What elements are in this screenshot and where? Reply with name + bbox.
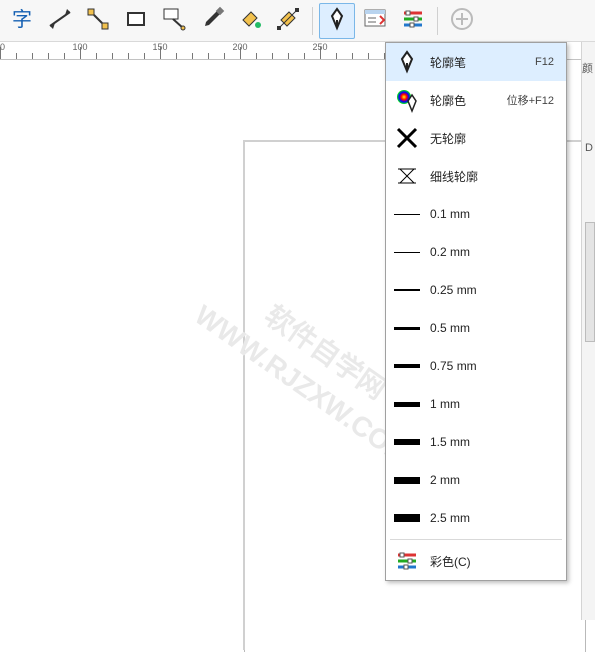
rectangle-tool-icon <box>123 6 149 35</box>
connector-tool-icon <box>85 6 111 35</box>
menu-separator <box>390 539 562 540</box>
menu-item-10[interactable]: 1.5 mm <box>386 423 566 461</box>
callout-tool-icon <box>161 6 187 35</box>
menu-item-7[interactable]: 0.5 mm <box>386 309 566 347</box>
toolbar-separator <box>312 7 313 35</box>
options-button[interactable] <box>395 3 431 39</box>
toolbar: 字 <box>0 0 595 42</box>
menu-item-label: 2 mm <box>430 473 558 487</box>
menu-item-5[interactable]: 0.2 mm <box>386 233 566 271</box>
property-docker-icon <box>362 6 388 35</box>
menu-item-2[interactable]: 无轮廓 <box>386 119 566 157</box>
ruler-label: 150 <box>152 42 167 52</box>
menu-item-shortcut: F12 <box>535 56 558 68</box>
right-panel-hint-1: 颜 <box>582 60 593 76</box>
menu-item-12[interactable]: 2.5 mm <box>386 499 566 537</box>
add-tool-icon <box>449 6 475 35</box>
ruler-label: 100 <box>72 42 87 52</box>
menu-item-label: 彩色(C) <box>430 553 558 570</box>
menu-item-label: 无轮廓 <box>430 130 558 147</box>
eyedropper-tool-icon <box>199 6 225 35</box>
svg-text:字: 字 <box>12 8 32 31</box>
ruler-label: 250 <box>312 42 327 52</box>
eyedropper-tool-button[interactable] <box>194 3 230 39</box>
outline-dropdown: 轮廓笔 F12 轮廓色位移+F12 无轮廓细线轮廓 0.1 mm 0.2 mm 0.25 m… <box>385 42 567 581</box>
menu-item-14[interactable]: 彩色(C) <box>386 542 566 580</box>
menu-item-label: 1.5 mm <box>430 435 558 449</box>
right-panel-tab[interactable] <box>585 222 595 342</box>
menu-item-shortcut: 位移+F12 <box>507 92 558 108</box>
menu-item-1[interactable]: 轮廓色位移+F12 <box>386 81 566 119</box>
outline-pen-icon <box>324 6 350 35</box>
menu-item-label: 0.75 mm <box>430 359 558 373</box>
callout-tool-button[interactable] <box>156 3 192 39</box>
menu-item-label: 轮廓色 <box>430 92 497 109</box>
fill-tool-button[interactable] <box>232 3 268 39</box>
menu-item-label: 0.1 mm <box>430 207 558 221</box>
dimension-tool-button[interactable] <box>42 3 78 39</box>
no-outline-icon <box>394 125 420 151</box>
line-width-sample <box>394 214 420 215</box>
property-docker-button[interactable] <box>357 3 393 39</box>
menu-item-9[interactable]: 1 mm <box>386 385 566 423</box>
menu-item-label: 1 mm <box>430 397 558 411</box>
menu-item-4[interactable]: 0.1 mm <box>386 195 566 233</box>
rectangle-tool-button[interactable] <box>118 3 154 39</box>
menu-item-8[interactable]: 0.75 mm <box>386 347 566 385</box>
menu-item-label: 2.5 mm <box>430 511 558 525</box>
outline-pen-button[interactable] <box>319 3 355 39</box>
options-icon <box>400 6 426 35</box>
dimension-tool-icon <box>47 6 73 35</box>
line-width-sample <box>394 327 420 330</box>
menu-item-label: 细线轮廓 <box>430 168 558 185</box>
menu-item-6[interactable]: 0.25 mm <box>386 271 566 309</box>
menu-item-0[interactable]: 轮廓笔 F12 <box>386 43 566 81</box>
menu-item-11[interactable]: 2 mm <box>386 461 566 499</box>
line-width-sample <box>394 402 420 407</box>
menu-item-label: 轮廓笔 <box>430 54 525 71</box>
line-width-sample <box>394 514 420 522</box>
hairline-icon <box>394 163 420 189</box>
text-tool-button[interactable]: 字 <box>4 3 40 39</box>
toolbar-separator <box>437 7 438 35</box>
menu-item-label: 0.25 mm <box>430 283 558 297</box>
line-width-sample <box>394 252 420 253</box>
text-tool-icon: 字 <box>9 6 35 35</box>
right-panel-hint-2: D <box>585 142 593 154</box>
outline-pen-icon <box>394 49 420 75</box>
menu-item-label: 0.5 mm <box>430 321 558 335</box>
interactive-fill-button[interactable] <box>270 3 306 39</box>
menu-item-label: 0.2 mm <box>430 245 558 259</box>
connector-tool-button[interactable] <box>80 3 116 39</box>
color-dialog-icon <box>394 548 420 574</box>
add-tool-button[interactable] <box>444 3 480 39</box>
line-width-sample <box>394 477 420 484</box>
ruler-label: 200 <box>232 42 247 52</box>
line-width-sample <box>394 364 420 368</box>
fill-tool-icon <box>237 6 263 35</box>
interactive-fill-icon <box>275 6 301 35</box>
line-width-sample <box>394 289 420 291</box>
menu-item-3[interactable]: 细线轮廓 <box>386 157 566 195</box>
ruler-label: 50 <box>0 42 5 52</box>
right-panel: 颜 D <box>581 42 595 620</box>
outline-color-icon <box>394 87 420 113</box>
line-width-sample <box>394 439 420 445</box>
